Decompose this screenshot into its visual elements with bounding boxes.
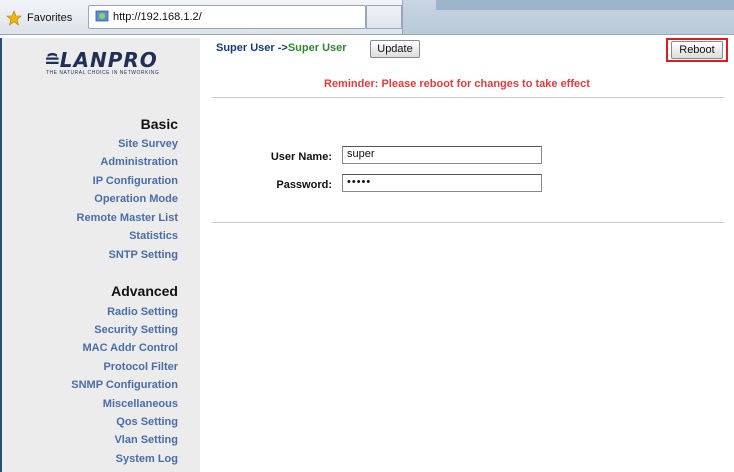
divider-bottom (212, 222, 724, 223)
password-field[interactable]: ••••• (342, 174, 542, 192)
star-icon (6, 10, 22, 26)
sidebar-item-mac-addr-control[interactable]: MAC Addr Control (82, 342, 178, 354)
sidebar-item-statistics[interactable]: Statistics (129, 230, 178, 242)
address-tab[interactable]: http://192.168.1.2/ (88, 5, 366, 29)
favorites-button[interactable]: Favorites (6, 9, 72, 27)
reboot-reminder: Reminder: Please reboot for changes to t… (324, 78, 590, 90)
page-icon (95, 9, 109, 26)
password-label: Password: (276, 179, 332, 191)
sidebar: ≘LANPRO THE NATURAL CHOICE IN NETWORKING… (0, 38, 200, 472)
lanpro-logo: ≘LANPRO THE NATURAL CHOICE IN NETWORKING (44, 48, 160, 76)
breadcrumb: Super User ->Super User (216, 42, 347, 54)
sidebar-item-qos-setting[interactable]: Qos Setting (116, 416, 178, 428)
breadcrumb-current: Super User (287, 42, 347, 54)
username-field[interactable]: super (342, 146, 542, 164)
reboot-button[interactable]: Reboot (671, 41, 723, 59)
username-label: User Name: (270, 151, 332, 163)
update-button[interactable]: Update (370, 40, 420, 58)
sidebar-item-snmp-configuration[interactable]: SNMP Configuration (71, 379, 178, 391)
favorites-label: Favorites (27, 12, 73, 24)
sidebar-item-system-log[interactable]: System Log (116, 453, 178, 465)
sidebar-item-protocol-filter[interactable]: Protocol Filter (103, 361, 178, 373)
sidebar-item-administration[interactable]: Administration (100, 156, 178, 168)
sidebar-item-security-setting[interactable]: Security Setting (94, 324, 178, 336)
breadcrumb-parent: Super User -> (216, 42, 288, 54)
basic-heading: Basic (140, 116, 178, 132)
address-text: http://192.168.1.2/ (113, 11, 202, 23)
browser-chrome: Favorites http://192.168.1.2/ (0, 0, 734, 38)
main-content: Super User ->Super User Update Reboot Re… (206, 38, 734, 472)
sidebar-item-operation-mode[interactable]: Operation Mode (94, 193, 178, 205)
sidebar-item-vlan-setting[interactable]: Vlan Setting (114, 434, 178, 446)
sidebar-item-sntp-setting[interactable]: SNTP Setting (109, 249, 178, 261)
divider-top (212, 97, 724, 98)
new-tab-button[interactable] (366, 5, 402, 29)
sidebar-item-radio-setting[interactable]: Radio Setting (107, 306, 178, 318)
advanced-heading: Advanced (111, 283, 178, 299)
sidebar-item-ip-configuration[interactable]: IP Configuration (93, 175, 178, 187)
sidebar-item-miscellaneous[interactable]: Miscellaneous (103, 398, 178, 410)
sidebar-item-site-survey[interactable]: Site Survey (118, 138, 178, 150)
sidebar-item-remote-master-list[interactable]: Remote Master List (77, 212, 178, 224)
window-frame (436, 0, 734, 10)
